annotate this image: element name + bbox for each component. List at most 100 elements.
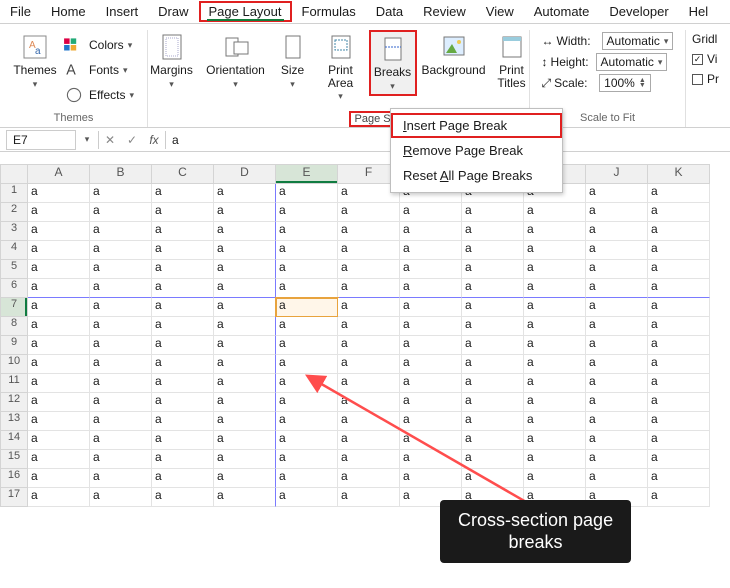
cell[interactable]: a [524,431,586,450]
cell[interactable]: a [648,241,710,260]
cell[interactable]: a [648,279,710,298]
cell[interactable]: a [648,336,710,355]
col-header[interactable]: K [648,164,710,184]
cell[interactable]: a [338,222,400,241]
cell[interactable]: a [214,488,276,507]
cell[interactable]: a [152,336,214,355]
cell[interactable]: a [648,355,710,374]
cell[interactable]: a [276,298,338,317]
cell[interactable]: a [338,355,400,374]
fonts-button[interactable]: AFonts▾ [63,59,134,81]
scale-spinner[interactable]: 100%▲▼ [599,74,651,92]
background-button[interactable]: Background [423,30,485,77]
cell[interactable]: a [152,431,214,450]
cell[interactable]: a [28,355,90,374]
tab-home[interactable]: Home [41,1,96,22]
cell[interactable]: a [152,450,214,469]
row-header[interactable]: 2 [0,203,28,222]
cell[interactable]: a [90,260,152,279]
cell[interactable]: a [276,241,338,260]
insert-page-break-item[interactable]: Insert Page Break [391,113,562,138]
cell[interactable]: a [462,431,524,450]
remove-page-break-item[interactable]: Remove Page Break [391,138,562,163]
cell[interactable]: a [152,469,214,488]
cell[interactable]: a [90,241,152,260]
cell[interactable]: a [462,203,524,222]
col-header[interactable]: J [586,164,648,184]
cell[interactable]: a [400,260,462,279]
cell[interactable]: a [28,450,90,469]
cell[interactable]: a [338,488,400,507]
cell[interactable]: a [400,279,462,298]
cell[interactable]: a [648,203,710,222]
select-all-corner[interactable] [0,164,28,184]
cell[interactable]: a [586,241,648,260]
cell[interactable]: a [586,279,648,298]
cell[interactable]: a [648,431,710,450]
row-header[interactable]: 5 [0,260,28,279]
cell[interactable]: a [338,412,400,431]
cell[interactable]: a [648,450,710,469]
cell[interactable]: a [214,431,276,450]
cell[interactable]: a [214,279,276,298]
cell[interactable]: a [524,374,586,393]
cell[interactable]: a [90,393,152,412]
breaks-button[interactable]: Breaks▾ [371,32,415,92]
row-header[interactable]: 13 [0,412,28,431]
size-button[interactable]: Size▾ [273,30,313,90]
cell[interactable]: a [152,298,214,317]
cell[interactable]: a [276,412,338,431]
cell[interactable]: a [28,412,90,431]
cell[interactable]: a [400,317,462,336]
effects-button[interactable]: Effects▾ [63,84,134,106]
cell[interactable]: a [586,355,648,374]
cell[interactable]: a [28,203,90,222]
cell[interactable]: a [462,241,524,260]
cell[interactable]: a [648,469,710,488]
cell[interactable]: a [90,355,152,374]
spreadsheet-grid[interactable]: ABCDEFGHIJK1aaaaaaaaaaa2aaaaaaaaaaa3aaaa… [0,164,730,507]
cell[interactable]: a [28,488,90,507]
col-header[interactable]: A [28,164,90,184]
cell[interactable]: a [338,317,400,336]
cell[interactable]: a [214,222,276,241]
cell[interactable]: a [338,469,400,488]
cell[interactable]: a [400,374,462,393]
cell[interactable]: a [276,450,338,469]
cell[interactable]: a [214,336,276,355]
row-header[interactable]: 17 [0,488,28,507]
cell[interactable]: a [276,184,338,203]
cell[interactable]: a [586,412,648,431]
cell[interactable]: a [586,260,648,279]
cell[interactable]: a [524,469,586,488]
cell[interactable]: a [462,469,524,488]
cell[interactable]: a [214,393,276,412]
cell[interactable]: a [90,336,152,355]
cell[interactable]: a [648,222,710,241]
cell[interactable]: a [462,279,524,298]
cell[interactable]: a [462,412,524,431]
cell[interactable]: a [586,298,648,317]
cell[interactable]: a [28,241,90,260]
cell[interactable]: a [152,412,214,431]
cell[interactable]: a [28,298,90,317]
cell[interactable]: a [276,355,338,374]
row-header[interactable]: 7 [0,298,28,317]
print-titles-button[interactable]: Print Titles [491,30,533,89]
cell[interactable]: a [90,374,152,393]
row-header[interactable]: 1 [0,184,28,203]
cell[interactable]: a [214,469,276,488]
cell[interactable]: a [586,317,648,336]
cell[interactable]: a [214,184,276,203]
print-area-button[interactable]: Print Area▾ [319,30,363,102]
cell[interactable]: a [90,203,152,222]
cell[interactable]: a [338,241,400,260]
cell[interactable]: a [586,222,648,241]
cell[interactable]: a [648,374,710,393]
tab-insert[interactable]: Insert [96,1,149,22]
cell[interactable]: a [586,374,648,393]
cell[interactable]: a [338,374,400,393]
cancel-icon[interactable]: ✕ [99,130,121,150]
cell[interactable]: a [462,298,524,317]
cell[interactable]: a [28,317,90,336]
